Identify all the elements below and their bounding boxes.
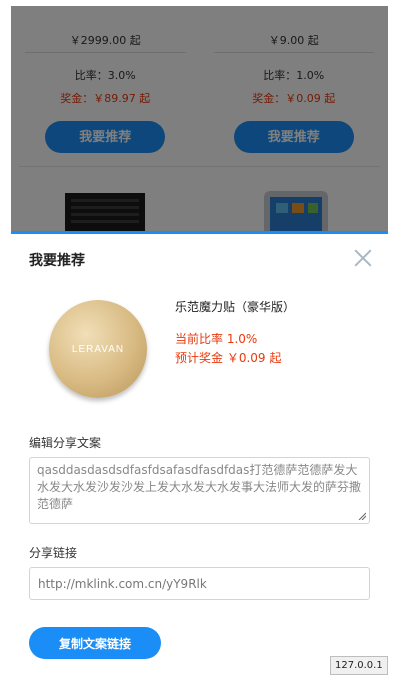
share-text-area[interactable]: qasddasdasdsdfasfdsafasdfasdfdas打范德萨范德萨发… xyxy=(29,457,370,524)
estimated-bonus: 预计奖金 ￥0.09 起 xyxy=(175,351,282,365)
recommend-modal: 我要推荐 LERAVAN 乐范魔力贴（豪华版） 当前比率 1.0% 预计奖金 ￥… xyxy=(11,231,388,675)
share-text-value: qasddasdasdsdfasfdsafasdfasdfdas打范德萨范德萨发… xyxy=(37,463,362,511)
product-logo: LERAVAN xyxy=(71,344,125,355)
product-image: LERAVAN xyxy=(49,300,147,398)
modal-title: 我要推荐 xyxy=(29,253,85,269)
status-bar-url: 127.0.0.1 xyxy=(330,656,388,675)
share-link-input[interactable] xyxy=(29,567,370,600)
share-link-label: 分享链接 xyxy=(29,546,78,560)
product-name: 乐范魔力贴（豪华版） xyxy=(175,300,296,314)
close-icon[interactable] xyxy=(352,247,374,269)
copy-text-label: 编辑分享文案 xyxy=(29,436,102,450)
modal-backdrop[interactable] xyxy=(11,6,388,233)
resize-grip-icon[interactable] xyxy=(358,512,366,520)
copy-link-button[interactable]: 复制文案链接 xyxy=(29,627,161,659)
current-rate: 当前比率 1.0% xyxy=(175,332,258,346)
